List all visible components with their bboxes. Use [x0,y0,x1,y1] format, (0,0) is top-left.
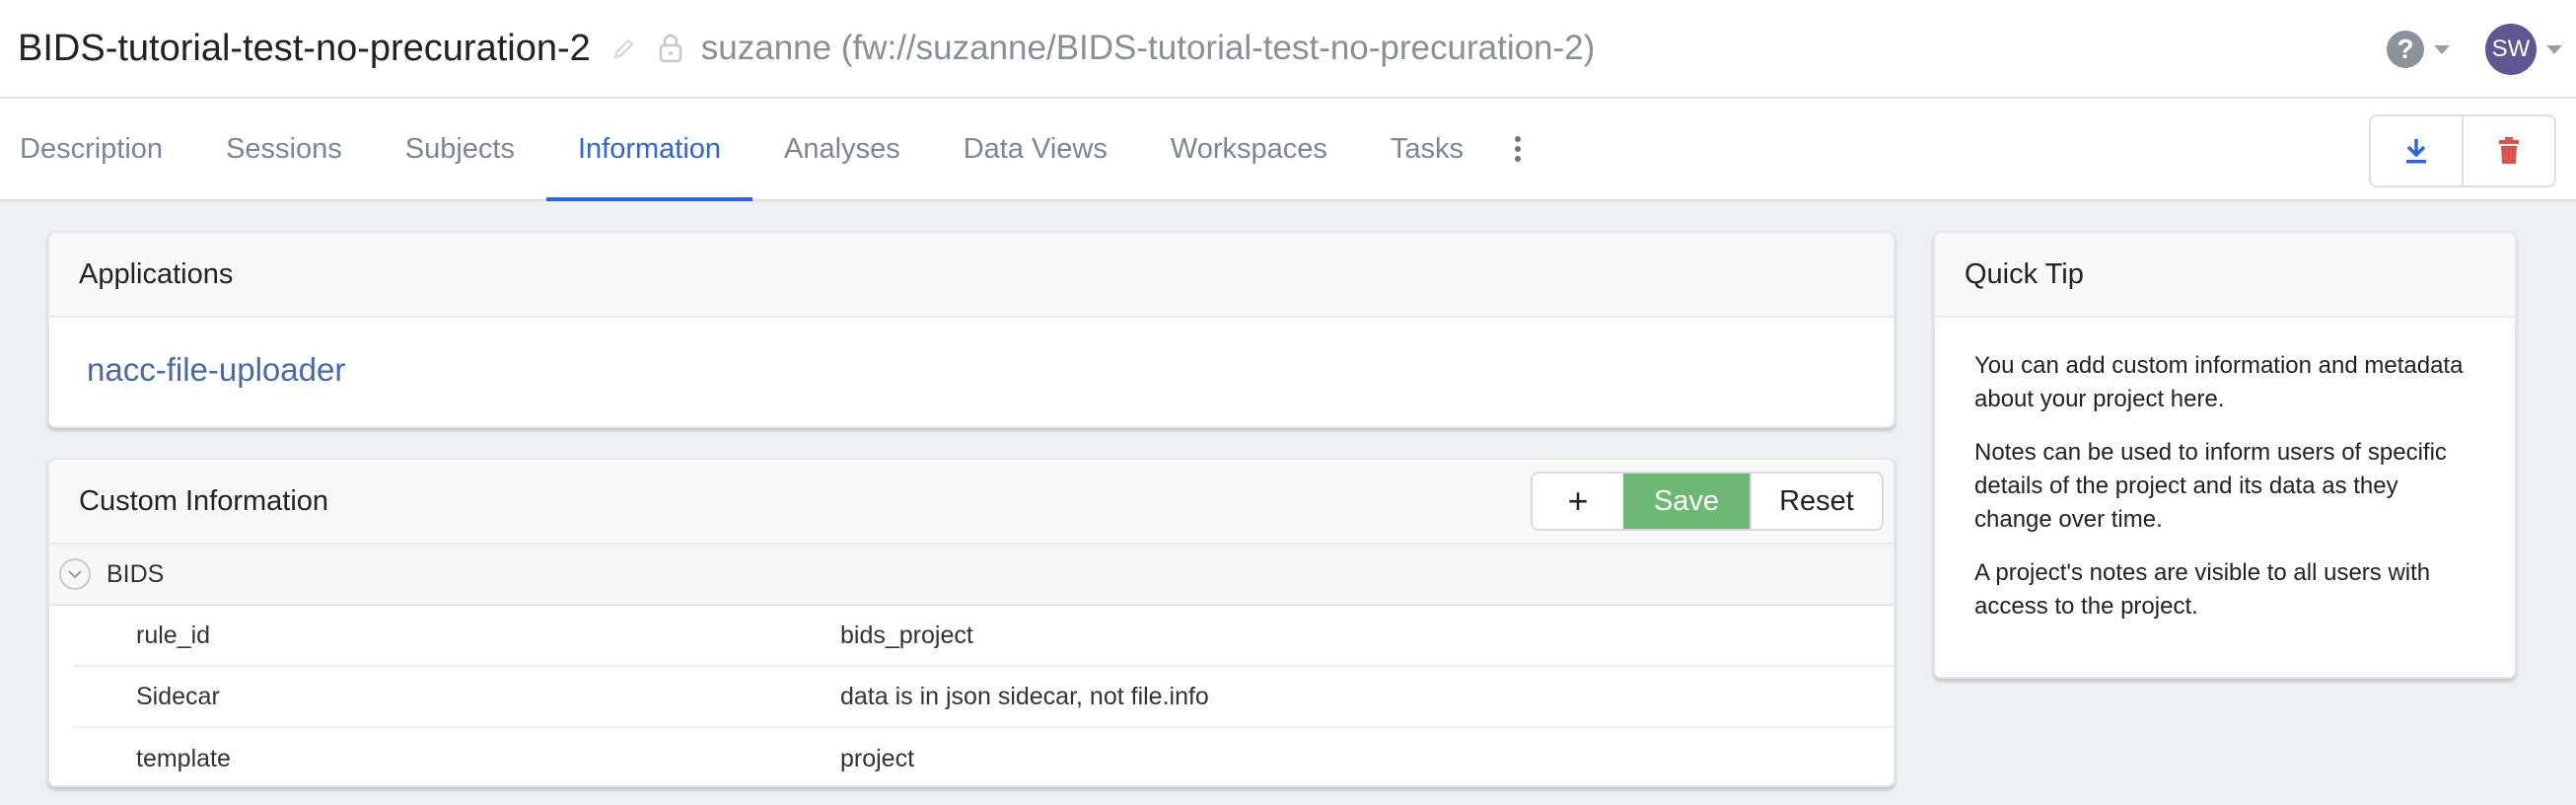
field-value: data is in json sidecar, not file.info [840,682,1209,710]
help-icon[interactable]: ? [2387,31,2424,68]
field-key: template [136,744,231,772]
field-value: bids_project [840,621,973,649]
project-path: suzanne (fw://suzanne/BIDS-tutorial-test… [700,29,1596,67]
lock-icon [659,34,682,63]
quick-tip-panel: Quick Tip You can add custom information… [1933,231,2517,679]
application-link[interactable]: nacc-file-uploader [87,351,1894,389]
reset-button[interactable]: Reset [1750,474,1882,529]
custom-information-panel: Custom Information + Save Reset BIDS rul… [47,458,1896,787]
help-caret-icon[interactable] [2434,44,2450,54]
download-icon [2406,139,2426,164]
save-button[interactable]: Save [1623,474,1750,529]
custom-information-title: Custom Information + Save Reset [49,460,1894,545]
tabs: Description Sessions Subjects Informatio… [0,99,1540,201]
quick-tip-body: You can add custom information and metad… [1935,318,2515,623]
header-user-area: ? SW [2387,24,2562,75]
quick-tip-title: Quick Tip [1935,233,2515,318]
tab-tasks[interactable]: Tasks [1359,99,1495,199]
quick-tip-paragraph: Notes can be used to inform users of spe… [1974,439,2447,533]
applications-panel: Applications nacc-file-uploader [47,231,1896,428]
avatar[interactable]: SW [2485,24,2537,75]
pencil-icon[interactable] [612,37,636,60]
table-row[interactable]: Sidecar data is in json sidecar, not fil… [73,667,1894,728]
table-row[interactable]: template project [73,728,1894,785]
kebab-icon[interactable] [1495,99,1540,199]
tab-bar: Description Sessions Subjects Informatio… [0,99,2576,201]
delete-button[interactable] [2462,116,2554,185]
chevron-down-icon[interactable] [59,558,91,590]
tab-information[interactable]: Information [545,99,753,201]
project-actions [2369,114,2556,187]
trash-icon [2499,137,2519,164]
tree-group-label: BIDS [107,559,165,588]
project-title: BIDS-tutorial-test-no-precuration-2 [18,27,591,69]
field-value: project [840,744,915,772]
tab-description[interactable]: Description [0,99,194,199]
project-header: BIDS-tutorial-test-no-precuration-2 suza… [0,0,2576,99]
add-field-button[interactable]: + [1533,474,1623,529]
quick-tip-paragraph: You can add custom information and metad… [1974,352,2464,412]
quick-tip-paragraph: A project's notes are visible to all use… [1974,559,2431,620]
tree-group-bids[interactable]: BIDS [49,545,1894,606]
field-key: rule_id [136,621,211,649]
field-key: Sidecar [136,682,220,710]
tab-workspaces[interactable]: Workspaces [1139,99,1359,199]
custom-information-title-text: Custom Information [79,484,329,517]
tab-subjects[interactable]: Subjects [374,99,546,199]
custom-info-actions: + Save Reset [1531,472,1884,531]
download-button[interactable] [2371,116,2462,185]
tab-analyses[interactable]: Analyses [752,99,932,199]
user-caret-icon[interactable] [2546,44,2562,54]
tab-data-views[interactable]: Data Views [932,99,1139,199]
applications-title: Applications [49,233,1894,318]
tab-sessions[interactable]: Sessions [194,99,374,199]
table-row[interactable]: rule_id bids_project [73,606,1894,667]
